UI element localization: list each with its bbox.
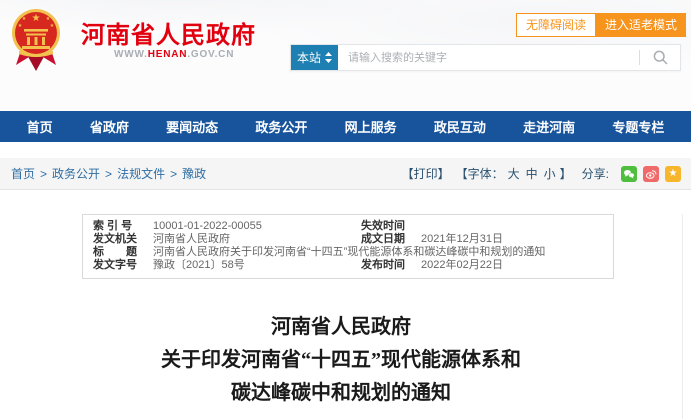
svg-text:★: ★ xyxy=(18,23,23,29)
meta-row-title: 标 题 河南省人民政府关于印发河南省“十四五”现代能源体系和碳达峰碳中和规划的通… xyxy=(93,246,603,259)
site-header: ★ ★ ★ ★ ★ 河南省人民政府 WWW.HENAN.GOV.CN 无障碍阅读… xyxy=(0,0,691,111)
meta-row-docnumber: 发文字号 豫政〔2021〕58号 发布时间 2022年02月22日 xyxy=(93,259,603,272)
main-nav: 首页 省政府 要闻动态 政务公开 网上服务 政民互动 走进河南 专题专栏 xyxy=(0,111,691,142)
weibo-share-button[interactable] xyxy=(643,165,659,182)
breadcrumb-lawdocs[interactable]: 法规文件 xyxy=(117,165,165,182)
nav-item-services[interactable]: 网上服务 xyxy=(345,117,397,136)
meta-row-issuer: 发文机关 河南省人民政府 成文日期 2021年12月31日 xyxy=(93,233,603,246)
meta-row-index: 索 引 号 10001-01-2022-00055 失效时间 xyxy=(93,220,603,233)
svg-text:★: ★ xyxy=(32,13,41,24)
meta-label: 发布时间 xyxy=(361,259,405,271)
meta-label: 索 引 号 xyxy=(93,220,133,232)
document-content: 索 引 号 10001-01-2022-00055 失效时间 发文机关 河南省人… xyxy=(0,214,683,419)
meta-label: 发文机关 xyxy=(93,233,137,245)
document-title-line2: 关于印发河南省“十四五”现代能源体系和 xyxy=(161,349,521,371)
svg-text:★: ★ xyxy=(22,16,27,22)
search-input[interactable] xyxy=(338,45,639,70)
document-title: 河南省人民政府 关于印发河南省“十四五”现代能源体系和 碳达峰碳中和规划的通知 xyxy=(0,311,682,410)
document-meta-table: 索 引 号 10001-01-2022-00055 失效时间 发文机关 河南省人… xyxy=(82,214,614,279)
search-scope-dropdown[interactable]: 本站 xyxy=(291,45,338,70)
national-emblem-icon: ★ ★ ★ ★ ★ xyxy=(12,9,60,71)
breadcrumb: 首页 > 政务公开 > 法规文件 > 豫政 xyxy=(11,165,206,182)
elder-mode-button[interactable]: 进入适老模式 xyxy=(595,13,686,37)
nav-item-specials[interactable]: 专题专栏 xyxy=(612,117,664,136)
star-icon: ★ xyxy=(668,167,678,179)
meta-label: 标 题 xyxy=(93,246,137,258)
site-url: WWW.HENAN.GOV.CN xyxy=(114,49,235,60)
accessibility-reading-button[interactable]: 无障碍阅读 xyxy=(515,13,596,37)
weibo-icon xyxy=(646,169,657,179)
search-submit-button[interactable] xyxy=(640,45,680,70)
nav-item-news[interactable]: 要闻动态 xyxy=(166,117,218,136)
spacer xyxy=(0,142,691,158)
breadcrumb-home[interactable]: 首页 xyxy=(11,165,35,182)
page-toolbar: 【打印】 【字体： 大 中 小 】 分享: ★ xyxy=(402,165,681,182)
search-icon xyxy=(653,50,668,65)
search-bar: 本站 xyxy=(290,44,681,71)
share-label: 分享: xyxy=(581,167,609,181)
svg-text:★: ★ xyxy=(46,16,51,22)
breadcrumb-current: 豫政 xyxy=(182,167,207,181)
breadcrumb-openinfo[interactable]: 政务公开 xyxy=(52,165,100,182)
nav-item-openinfo[interactable]: 政务公开 xyxy=(255,117,307,136)
document-title-line1: 河南省人民政府 xyxy=(271,316,411,338)
wechat-share-button[interactable] xyxy=(621,165,637,182)
meta-value: 豫政〔2021〕58号 xyxy=(153,259,245,271)
meta-value: 河南省人民政府关于印发河南省“十四五”现代能源体系和碳达峰碳中和规划的通知 xyxy=(153,246,546,258)
favorite-share-button[interactable]: ★ xyxy=(665,165,681,182)
font-size-small-button[interactable]: 小 xyxy=(544,165,556,182)
breadcrumb-separator: > xyxy=(40,166,48,181)
nav-item-about[interactable]: 走进河南 xyxy=(523,117,575,136)
nav-item-home[interactable]: 首页 xyxy=(27,117,53,136)
breadcrumb-bar: 首页 > 政务公开 > 法规文件 > 豫政 【打印】 【字体： 大 中 小 】 … xyxy=(0,158,691,190)
meta-value xyxy=(421,220,603,233)
breadcrumb-separator: > xyxy=(170,166,178,181)
meta-value: 河南省人民政府 xyxy=(153,233,230,245)
font-size-prefix: 【字体： xyxy=(455,167,504,181)
print-button[interactable]: 【打印】 xyxy=(402,165,450,182)
meta-value: 10001-01-2022-00055 xyxy=(153,220,262,232)
site-logo-link[interactable]: ★ ★ ★ ★ ★ xyxy=(11,7,61,73)
meta-value: 2022年02月22日 xyxy=(421,259,503,271)
meta-value: 2021年12月31日 xyxy=(421,233,503,245)
font-size-large-button[interactable]: 大 xyxy=(508,165,520,182)
nav-item-govt[interactable]: 省政府 xyxy=(90,117,129,136)
font-size-medium-button[interactable]: 中 xyxy=(526,165,538,182)
meta-label: 成文日期 xyxy=(361,233,405,245)
svg-text:★: ★ xyxy=(50,23,55,29)
document-title-line3: 碳达峰碳中和规划的通知 xyxy=(231,382,451,404)
meta-label: 发文字号 xyxy=(93,259,137,271)
meta-label: 失效时间 xyxy=(361,220,405,232)
header-mode-buttons: 无障碍阅读 进入适老模式 xyxy=(515,13,686,37)
font-size-suffix: 】 xyxy=(559,167,572,181)
nav-item-interact[interactable]: 政民互动 xyxy=(434,117,486,136)
site-title: 河南省人民政府 xyxy=(81,22,256,49)
wechat-icon xyxy=(624,169,635,178)
breadcrumb-separator: > xyxy=(105,166,113,181)
sort-arrows-icon xyxy=(325,52,332,63)
